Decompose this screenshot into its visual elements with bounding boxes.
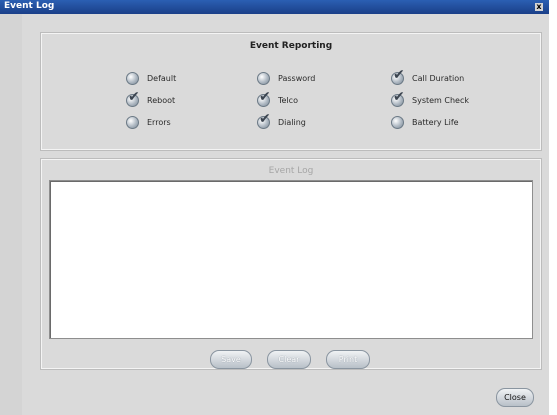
option-label: Default — [147, 73, 177, 83]
event-reporting-title: Event Reporting — [249, 41, 333, 51]
checkmark-icon: ✔ — [128, 88, 140, 105]
checkmark-icon: ✔ — [259, 110, 271, 127]
checkbox-icon[interactable]: ✔ — [257, 112, 271, 129]
checkbox-icon[interactable] — [257, 71, 270, 85]
checkmark-icon: ✔ — [393, 66, 405, 83]
checkmark-icon: ✔ — [393, 88, 405, 105]
option-label: Password — [278, 73, 316, 83]
option-password[interactable]: Password — [257, 70, 315, 86]
option-errors[interactable]: Errors — [126, 114, 171, 130]
print-button[interactable]: Print — [326, 350, 370, 369]
option-reboot[interactable]: ✔ Reboot — [126, 90, 176, 108]
option-label: Battery Life — [412, 117, 459, 127]
title-bar: Event Log x — [0, 0, 549, 14]
checkbox-icon[interactable]: ✔ — [126, 90, 140, 107]
checkbox-icon[interactable]: ✔ — [257, 90, 271, 107]
window-title: Event Log — [4, 1, 55, 11]
checkbox-icon[interactable] — [391, 115, 404, 129]
option-telco[interactable]: ✔ Telco — [257, 90, 298, 108]
option-label: Dialing — [278, 117, 306, 127]
checkbox-icon[interactable]: ✔ — [391, 68, 405, 85]
option-call-duration[interactable]: ✔ Call Duration — [391, 68, 465, 86]
checkbox-icon[interactable]: ✔ — [391, 90, 405, 107]
clear-button[interactable]: Clear — [267, 350, 311, 369]
dialog-body: Event Reporting Default Password ✔ Call … — [22, 14, 549, 415]
option-label: Call Duration — [412, 73, 465, 83]
close-button[interactable]: Close — [496, 388, 534, 407]
save-button[interactable]: Save — [210, 350, 252, 369]
option-label: System Check — [412, 95, 469, 105]
event-log-panel: Event Log — [40, 158, 542, 370]
event-log-window: Event Log x Event Reporting Default Pass… — [0, 0, 549, 415]
option-label: Telco — [278, 95, 298, 105]
checkbox-icon[interactable] — [126, 71, 139, 85]
checkmark-icon: ✔ — [259, 88, 271, 105]
event-reporting-panel: Event Reporting Default Password ✔ Call … — [40, 32, 542, 151]
option-default[interactable]: Default — [126, 70, 176, 86]
close-window-icon[interactable]: x — [535, 3, 543, 11]
option-system-check[interactable]: ✔ System Check — [391, 90, 469, 108]
option-label: Errors — [147, 117, 171, 127]
option-label: Reboot — [147, 95, 176, 105]
event-log-textarea[interactable] — [49, 180, 533, 339]
option-dialing[interactable]: ✔ Dialing — [257, 112, 306, 130]
checkbox-icon[interactable] — [126, 115, 139, 129]
event-log-title: Event Log — [268, 166, 314, 176]
option-battery-life[interactable]: Battery Life — [391, 114, 459, 130]
